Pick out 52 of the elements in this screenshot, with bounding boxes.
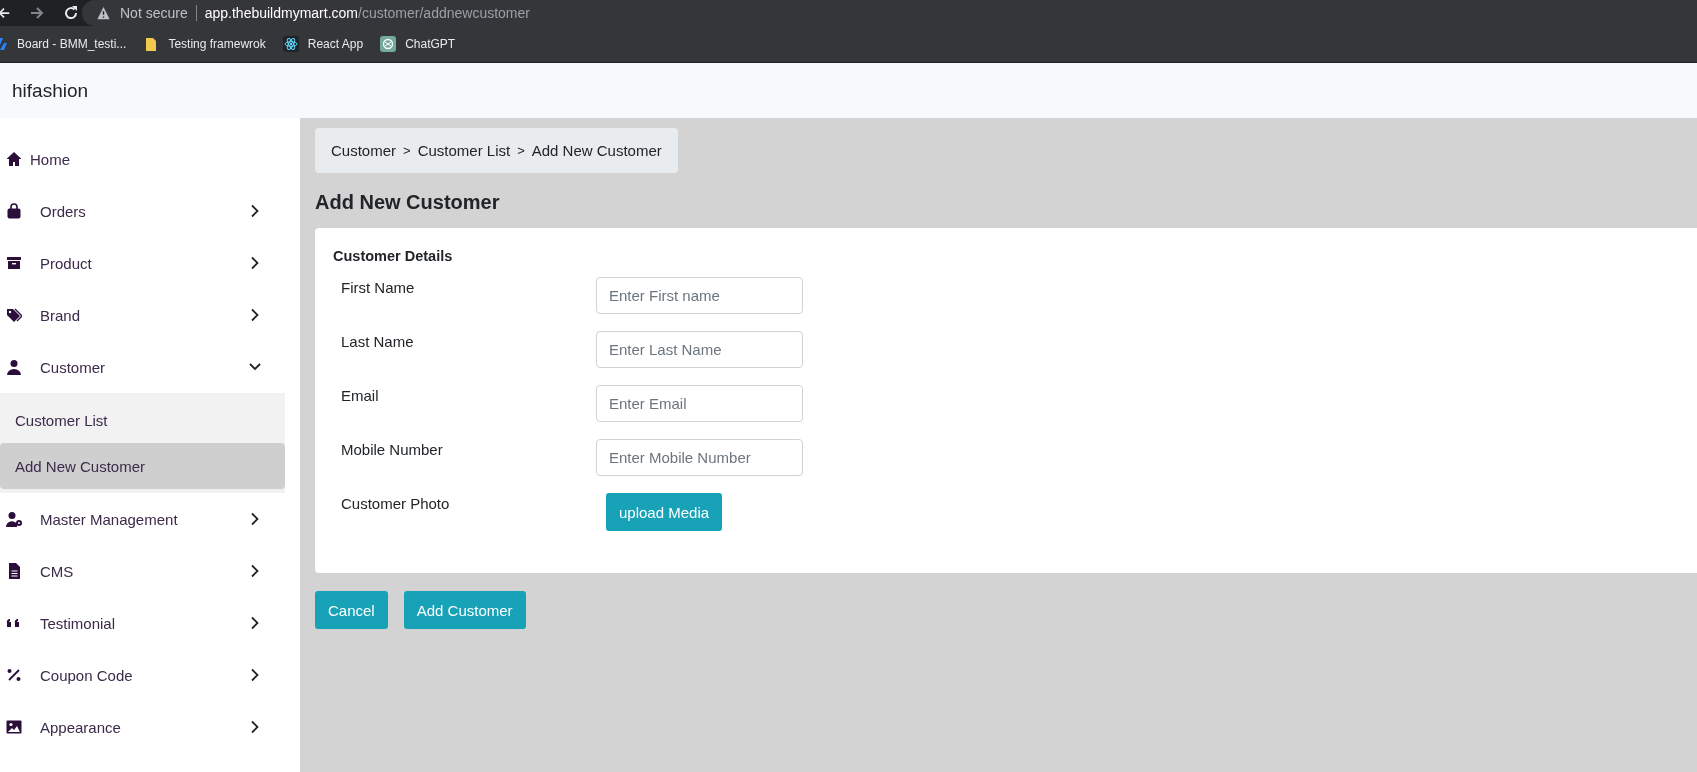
brand-name[interactable]: hifashion (12, 79, 89, 102)
sidebar-item[interactable]: CMS (0, 545, 300, 597)
archive-box-icon (6, 255, 22, 271)
atom-icon (282, 36, 299, 52)
knot-icon (380, 36, 397, 52)
breadcrumb-separator: > (403, 143, 411, 158)
sidebar-item[interactable]: Testimonial (0, 597, 300, 649)
warning-icon (96, 6, 111, 20)
shopping-bag-icon (6, 203, 22, 219)
document-icon (6, 563, 22, 579)
breadcrumb-link[interactable]: Customer List (417, 142, 511, 159)
bookmark[interactable]: Board - BMM_testi... (0, 36, 127, 52)
user-icon (6, 359, 22, 375)
reload-icon[interactable] (63, 5, 79, 21)
sidebar-item[interactable]: Master Management (0, 493, 300, 545)
url-path: /customer/addnewcustomer (358, 5, 530, 21)
field-label: Customer Photo (340, 494, 451, 512)
back-arrow-icon[interactable] (0, 6, 11, 20)
sidebar-item[interactable]: Appearance (0, 701, 300, 753)
field-label: Mobile Number (340, 440, 444, 458)
breadcrumb-link[interactable]: Customer (331, 142, 397, 159)
section-title: Customer Details (333, 248, 454, 264)
page-title: Add New Customer (315, 191, 501, 214)
input-field[interactable]: Enter First name (596, 277, 803, 314)
sidebar-item[interactable]: Home (0, 133, 300, 185)
home-icon (6, 151, 22, 167)
breadcrumb-current: Add New Customer (531, 142, 662, 159)
submenu-item[interactable]: Customer List (0, 397, 285, 443)
address-bar[interactable]: Not secure app.thebuildmymart.com/customer/addnewcustomer (82, 0, 1697, 26)
forward-arrow-icon[interactable] (29, 5, 45, 21)
breadcrumb-separator: > (517, 143, 525, 158)
sidebar-item[interactable]: Product (0, 237, 300, 289)
sidebar-item[interactable]: Coupon Code (0, 649, 300, 701)
field-label: Last Name (340, 332, 415, 350)
percent-icon (6, 667, 22, 683)
bookmark[interactable]: Testing framewrok (143, 36, 266, 52)
security-label: Not secure (120, 5, 188, 21)
field-label: Email (340, 386, 380, 404)
input-field[interactable]: Enter Email (596, 385, 803, 422)
bookmark[interactable]: React App (282, 36, 364, 52)
input-field[interactable]: Enter Last Name (596, 331, 803, 368)
sidebar-item[interactable]: Brand (0, 289, 300, 341)
field-label: First Name (340, 278, 416, 296)
tags-icon (6, 307, 22, 323)
sidebar-item[interactable]: Customer (0, 341, 300, 393)
sidebar-item[interactable]: Orders (0, 185, 300, 237)
bookmark[interactable]: ChatGPT (380, 36, 456, 52)
user-gear-icon (6, 511, 22, 527)
submenu-item[interactable]: Add New Customer (0, 443, 285, 489)
input-field[interactable]: Enter Mobile Number (596, 439, 803, 476)
url-host: app.thebuildmymart.com (204, 5, 358, 21)
image-icon (6, 719, 22, 735)
